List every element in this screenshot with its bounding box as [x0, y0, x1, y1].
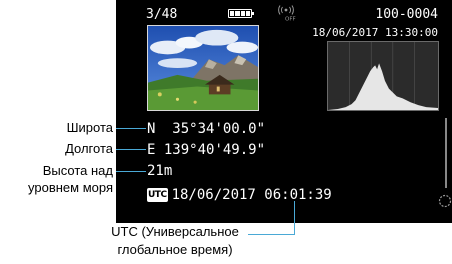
utc-row: UTC 18/06/2017 06:01:39 — [147, 187, 332, 203]
altitude-row: 21m — [147, 163, 172, 179]
wifi-off-icon: OFF — [278, 5, 296, 22]
callout-altitude-line1: Высота над — [42, 163, 113, 178]
battery-icon — [228, 9, 254, 18]
photo-thumbnail — [147, 25, 259, 111]
latitude-value: 35°34'00.0" — [172, 121, 266, 137]
svg-text:OFF: OFF — [285, 17, 296, 22]
dial-icon — [438, 194, 452, 208]
utc-time-value: 18/06/2017 06:01:39 — [171, 187, 332, 203]
longitude-prefix: E — [147, 142, 156, 158]
latitude-row: N 35°34'00.0" — [147, 121, 265, 137]
callout-latitude: Широта — [66, 120, 113, 135]
leader-line-longitude — [116, 149, 146, 150]
altitude-value: 21m — [147, 163, 173, 179]
utc-icon: UTC — [147, 188, 168, 202]
leader-line-latitude — [116, 128, 146, 129]
scrollbar-track — [445, 118, 447, 188]
callout-altitude-line2: уровнем моря — [28, 180, 113, 195]
latitude-prefix: N — [147, 121, 156, 137]
brightness-histogram — [327, 41, 439, 111]
folder-file-number: 100-0004 — [375, 7, 438, 22]
longitude-row: E 139°40'49.9" — [147, 142, 265, 158]
frame-counter: 3/48 — [146, 7, 178, 22]
camera-lcd-screen: 3/48 OFF 100-0004 18/06/2017 13:30:00 N … — [116, 0, 452, 223]
leader-line-altitude — [116, 171, 146, 172]
callout-utc-line2: глобальное время) — [117, 242, 233, 257]
longitude-value: 139°40'49.9" — [163, 142, 266, 158]
callout-longitude: Долгота — [65, 141, 113, 156]
leader-line-utc-vertical — [294, 201, 295, 235]
capture-datetime: 18/06/2017 13:30:00 — [312, 26, 438, 39]
leader-line-utc-horizontal — [248, 234, 294, 235]
callout-utc-line1: UTC (Универсальное — [111, 224, 239, 239]
